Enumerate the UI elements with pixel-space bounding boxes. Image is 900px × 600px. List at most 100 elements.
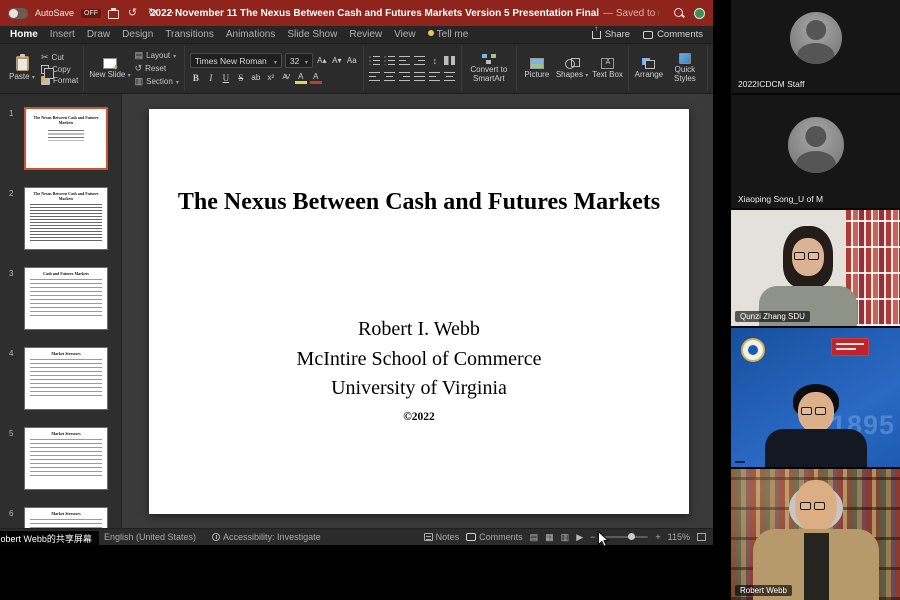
new-slide-button[interactable]: New Slide [89, 58, 130, 80]
shapes-icon [565, 58, 580, 69]
slide-thumbnail-4[interactable]: Market Stressors [24, 347, 108, 410]
underline-button[interactable]: U [220, 71, 232, 84]
tab-animations[interactable]: Animations [226, 29, 275, 40]
slide-sorter-view-icon[interactable]: ▦ [545, 533, 554, 542]
layout-button[interactable]: Layout [135, 50, 179, 61]
justify-button[interactable] [414, 70, 426, 83]
share-button[interactable]: Share [592, 29, 630, 40]
slide-title[interactable]: The Nexus Between Cash and Futures Marke… [171, 189, 667, 216]
smartart-group: Convert to SmartArt [462, 46, 517, 91]
participant-tile-3[interactable]: Qunzi Zhang SDU [731, 210, 900, 326]
font-group: Times New Roman 32 B I U S [185, 46, 364, 91]
more-icon[interactable] [166, 8, 179, 19]
arrange-icon [642, 58, 655, 69]
university-emblem-icon [741, 338, 765, 362]
numbering-icon [384, 56, 395, 65]
italic-button[interactable]: I [205, 71, 217, 84]
ribbon-tab-bar: Home Insert Draw Design Transitions Anim… [0, 26, 713, 44]
slide-author-block[interactable]: Robert I. Webb McIntire School of Commer… [149, 315, 689, 404]
shapes-button[interactable]: Shapes [556, 58, 588, 80]
participant-tile-5[interactable]: Robert Webb [731, 469, 900, 600]
arrange-button[interactable]: Arrange [634, 58, 664, 80]
tab-review[interactable]: Review [349, 29, 382, 40]
reset-button[interactable]: Reset [135, 63, 179, 74]
account-presence-icon[interactable] [694, 8, 705, 19]
tab-view[interactable]: View [394, 29, 416, 40]
tab-draw[interactable]: Draw [87, 29, 110, 40]
zoom-level[interactable]: 115% [668, 532, 690, 542]
picture-button[interactable]: Picture [522, 58, 552, 80]
fit-slide-icon[interactable] [697, 533, 706, 541]
decrease-font-button[interactable] [331, 54, 343, 67]
slide-thumbnail-2[interactable]: The Nexus Between Cash and Futures Marke… [24, 187, 108, 250]
paste-button[interactable]: Paste [7, 56, 37, 82]
comments-toggle-button[interactable]: Comments [466, 532, 523, 542]
align-center-button[interactable] [384, 70, 396, 83]
line-spacing-button[interactable] [429, 54, 441, 67]
notes-button[interactable]: Notes [424, 532, 460, 542]
participant-tile-2[interactable]: Xiaoping Song_U of M [731, 95, 900, 208]
strikethrough-button[interactable]: S [235, 71, 247, 84]
outdent-button[interactable] [399, 54, 411, 67]
bold-button[interactable]: B [190, 71, 202, 84]
tab-home[interactable]: Home [10, 29, 38, 40]
increase-font-button[interactable] [316, 54, 328, 67]
slideshow-view-icon[interactable]: ▶ [576, 533, 583, 542]
align-left-button[interactable] [369, 70, 381, 83]
font-color-button[interactable] [310, 71, 322, 84]
superscript-button[interactable] [265, 71, 277, 84]
text-box-button[interactable]: Text Box [592, 58, 623, 80]
tab-slide-show[interactable]: Slide Show [287, 29, 337, 40]
slide-thumbnail-panel[interactable]: 1 The Nexus Between Cash and Futures Mar… [0, 94, 122, 528]
zoom-slider-knob[interactable] [628, 533, 635, 540]
undo-icon[interactable] [126, 8, 139, 19]
redo-icon[interactable] [146, 8, 159, 19]
section-button[interactable]: Section [135, 76, 179, 87]
autosave-toggle[interactable] [8, 8, 28, 19]
quick-styles-button[interactable]: Quick Styles [668, 53, 702, 84]
slide-canvas[interactable]: The Nexus Between Cash and Futures Marke… [149, 109, 689, 514]
align-right-button[interactable] [399, 70, 411, 83]
change-case-button[interactable] [346, 54, 358, 67]
slide-thumbnail-5[interactable]: Market Stressors [24, 427, 108, 490]
bullets-button[interactable] [369, 54, 381, 67]
share-icon [592, 31, 601, 39]
tab-design[interactable]: Design [122, 29, 153, 40]
slide-thumbnail-3[interactable]: Cash and Futures Markets [24, 267, 108, 330]
tab-transitions[interactable]: Transitions [165, 29, 214, 40]
search-icon[interactable] [674, 8, 685, 19]
print-icon[interactable] [108, 10, 119, 19]
indent-button[interactable] [414, 54, 426, 67]
convert-smartart-button[interactable]: Convert to SmartArt [467, 54, 511, 84]
tab-tell-me[interactable]: Tell me [428, 29, 469, 40]
slide-thumbnail-6[interactable]: Market Stressors [24, 507, 108, 528]
slides-group: New Slide Layout Reset Section [84, 46, 184, 91]
columns-button[interactable] [444, 54, 456, 67]
comments-button[interactable]: Comments [643, 29, 703, 40]
language-status[interactable]: English (United States) [104, 532, 196, 542]
zoom-in-icon[interactable]: + [655, 533, 660, 542]
thumbnail-title: Market Stressors [29, 511, 103, 516]
highlight-color-button[interactable] [295, 71, 307, 84]
normal-view-icon[interactable]: ▤ [530, 533, 539, 542]
slide-thumbnail-1[interactable]: The Nexus Between Cash and Futures Marke… [24, 107, 108, 170]
numbering-button[interactable] [384, 54, 396, 67]
cut-button[interactable]: Cut [41, 52, 78, 63]
text-direction-button[interactable] [429, 70, 441, 83]
text-shadow-button[interactable] [250, 71, 262, 84]
tab-insert[interactable]: Insert [50, 29, 75, 40]
character-spacing-button[interactable] [280, 71, 292, 84]
font-size-combo[interactable]: 32 [285, 53, 313, 68]
participant-tile-1[interactable]: 2022ICDCM Staff [731, 0, 900, 93]
zoom-out-icon[interactable]: − [590, 533, 595, 542]
glasses [794, 252, 819, 260]
red-banner [831, 338, 869, 356]
thumbnail-number: 6 [9, 509, 13, 518]
align-text-button[interactable] [444, 70, 456, 83]
participant-tile-4[interactable]: 1895 [731, 328, 900, 467]
reading-view-icon[interactable]: ▥ [561, 533, 570, 542]
font-name-combo[interactable]: Times New Roman [190, 53, 282, 68]
accessibility-status[interactable]: Accessibility: Investigate [212, 532, 321, 542]
copy-button[interactable]: Copy [41, 65, 78, 74]
slide-copyright[interactable]: ©2022 [149, 411, 689, 423]
